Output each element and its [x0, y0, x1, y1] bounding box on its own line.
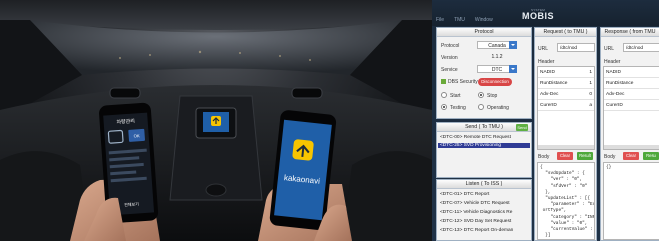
listen-list-item[interactable]: <DTC-07> Vehicle DTC Request [440, 201, 510, 206]
version-label: Version [441, 55, 458, 61]
horizontal-scrollbar[interactable] [538, 145, 594, 149]
send-list-item[interactable]: <DTC-00> Remote DTC Request [440, 135, 511, 140]
listen-list-item[interactable]: <DTC-01> DTC Report [440, 192, 489, 197]
response-body-label: Body [604, 154, 616, 160]
version-value: 1.1.2 [491, 54, 503, 60]
request-body-label: Body [538, 154, 550, 160]
send-list-item-selected[interactable]: <DTC-25> SVD Provisioning [438, 143, 530, 148]
request-url-input[interactable]: /dtc/nod [557, 43, 595, 52]
listen-title: Listen ( To ISS ) [437, 180, 531, 189]
response-clear-button[interactable]: Clear [623, 152, 639, 160]
service-label: Service [441, 67, 458, 73]
request-title: Request ( to TMU ) [535, 28, 596, 37]
protocol-panel: Protocol Protocol Canada Version 1.1.2 S… [436, 27, 532, 119]
response-header-table: NADID RunDistance Adv-Dec CurerID [603, 66, 659, 150]
header-key: NADID [606, 70, 621, 75]
request-clear-button[interactable]: Clear [557, 152, 573, 160]
listen-list-item[interactable]: <DTC-11> Vehicle Diagnostics Re [440, 210, 512, 215]
request-header-label: Header [538, 59, 555, 65]
listen-panel: Listen ( To ISS ) <DTC-01> DTC Report <D… [436, 179, 532, 241]
radio-stop-label: Stop [487, 93, 498, 99]
menu-window[interactable]: Window [475, 17, 493, 23]
listen-list-item[interactable]: <DTC-12> SVD Day Set Request [440, 219, 511, 224]
response-title: Response ( from TMU [601, 28, 659, 37]
response-url-input[interactable]: /dtc/nod [623, 43, 659, 52]
request-body-editor[interactable]: { "svdUpdate" : { "ver" : "0", "sfdVer" … [537, 162, 595, 240]
left-phone-title: 차량관리 [116, 117, 135, 125]
header-key: CurerID [606, 103, 623, 108]
table-row[interactable]: RunDistance [604, 78, 659, 89]
title-bar: File TMU Window SYSTEM MOBIS [432, 0, 659, 26]
radio-testing[interactable] [441, 104, 447, 110]
radio-operating-label: Operating [487, 105, 509, 111]
response-panel: Response ( from TMU URL /dtc/nod Header … [600, 27, 659, 241]
header-key: NADID [540, 70, 555, 75]
header-value: 1 [589, 70, 592, 75]
header-value: 1 [589, 81, 592, 86]
radio-operating[interactable] [478, 104, 484, 110]
send-panel: Send ( To TMU ) Send <DTC-00> Remote DTC… [436, 122, 532, 178]
app-logo: SYSTEM MOBIS [522, 8, 554, 21]
menu-bar: File TMU Window [436, 17, 493, 23]
header-value: 0 [589, 92, 592, 97]
header-key: Adv-Dec [606, 92, 625, 97]
send-button[interactable]: Send [516, 124, 528, 131]
radio-stop[interactable] [478, 92, 484, 98]
header-key: RunDistance [540, 81, 568, 86]
table-row[interactable]: Adv-Dec [604, 89, 659, 100]
table-row[interactable]: NADID [604, 67, 659, 78]
table-row[interactable]: RunDistance 1 [538, 78, 594, 89]
chevron-down-icon[interactable] [509, 65, 517, 73]
dbs-security-label: DBS Security [448, 79, 478, 85]
left-phone-bottom: 전체보기 [124, 200, 139, 207]
chevron-down-icon[interactable] [509, 41, 517, 49]
header-key: RunDistance [606, 81, 634, 86]
disconnection-button[interactable]: Disconnection [478, 78, 512, 86]
response-header-label: Header [604, 59, 621, 65]
horizontal-scrollbar[interactable] [604, 145, 659, 149]
radio-start[interactable] [441, 92, 447, 98]
left-phone-ok: OK [133, 133, 140, 138]
response-body-editor[interactable]: {} [603, 162, 659, 240]
table-row[interactable]: CurerID [604, 100, 659, 111]
simulator-app-window: File TMU Window SYSTEM MOBIS Protocol Pr… [432, 0, 659, 241]
header-value: a [589, 103, 592, 108]
table-row[interactable]: CurerID a [538, 100, 594, 111]
radio-testing-label: Testing [450, 105, 466, 111]
car-interior-photo: 차량관리 OK 전체보기 kakaonavi [0, 0, 432, 241]
table-row[interactable]: Adv-Dec 0 [538, 89, 594, 100]
protocol-label: Protocol [441, 43, 460, 49]
table-row[interactable]: NADID 1 [538, 67, 594, 78]
request-url-label: URL [538, 46, 549, 52]
car-interior-illustration: 차량관리 OK 전체보기 kakaonavi [0, 0, 432, 241]
menu-tmu[interactable]: TMU [454, 17, 465, 23]
header-key: CurerID [540, 103, 557, 108]
logo-main: MOBIS [522, 11, 555, 21]
protocol-title: Protocol [437, 28, 531, 37]
response-url-label: URL [604, 46, 615, 52]
request-header-table: NADID 1 RunDistance 1 Adv-Dec 0 CurerID a [537, 66, 595, 150]
header-key: Adv-Dec [540, 92, 559, 97]
radio-start-label: Start [450, 93, 461, 99]
dbs-security-checkbox[interactable] [441, 79, 446, 84]
menu-file[interactable]: File [436, 17, 444, 23]
request-result-button[interactable]: Result [577, 152, 593, 160]
response-result-button[interactable]: Resu [643, 152, 659, 160]
request-panel: Request ( to TMU ) URL /dtc/nod Header N… [534, 27, 597, 241]
listen-list-item[interactable]: <DTC-13> DTC Report On-deman [440, 228, 513, 233]
